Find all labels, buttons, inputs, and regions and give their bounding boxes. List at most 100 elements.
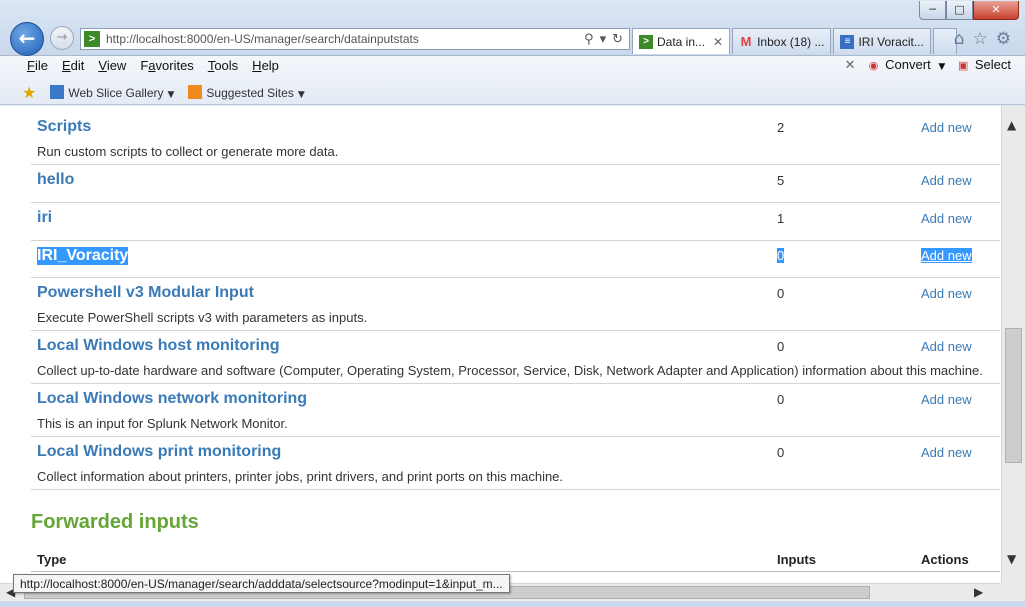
input-title-link[interactable]: Powershell v3 Modular Input <box>37 284 254 302</box>
tab-label: IRI Voracit... <box>858 34 924 49</box>
table-row-selected: IRI_Voracity 0 Add new <box>31 241 1000 278</box>
add-favorites-icon[interactable]: ★ <box>22 83 36 102</box>
input-description: Run custom scripts to collect or generat… <box>37 144 339 159</box>
browser-title-bar: ─ □ ✕ ← → > http://localhost:8000/en-US/… <box>0 0 1025 56</box>
input-description: Execute PowerShell scripts v3 with param… <box>37 310 368 325</box>
select-button[interactable]: ▣ Select <box>955 57 1011 74</box>
add-new-link[interactable]: Add new <box>921 392 972 407</box>
close-window-button[interactable]: ✕ <box>973 1 1019 20</box>
add-new-link[interactable]: Add new <box>921 120 972 135</box>
input-count: 5 <box>777 173 785 188</box>
chevron-down-icon: ▼ <box>297 90 305 100</box>
tab-label: Data in... <box>657 34 706 49</box>
close-tab-icon[interactable]: ✕ <box>713 35 723 49</box>
menu-edit[interactable]: Edit <box>55 57 91 74</box>
scroll-down-icon[interactable]: ▼ <box>1007 552 1016 566</box>
address-bar[interactable]: > http://localhost:8000/en-US/manager/se… <box>80 28 630 50</box>
close-toolbar-icon[interactable]: ✕ <box>845 58 856 73</box>
column-header-inputs: Inputs <box>777 552 816 567</box>
menu-tools[interactable]: Tools <box>201 57 245 74</box>
chevron-down-icon: ▼ <box>167 90 175 100</box>
menu-file[interactable]: File <box>20 57 55 74</box>
refresh-icon[interactable]: ↻ <box>612 32 623 47</box>
ie-icon <box>50 85 65 99</box>
table-row: iri 1 Add new <box>31 203 1000 241</box>
input-count: 0 <box>777 445 785 460</box>
home-icon[interactable]: ⌂ <box>954 29 965 49</box>
column-header-type: Type <box>37 552 67 567</box>
page-content: Scripts 2 Add new Run custom scripts to … <box>0 106 1001 583</box>
scroll-right-icon[interactable]: ▶ <box>974 585 983 599</box>
convert-button[interactable]: ◉ Convert ▼ <box>866 57 946 74</box>
column-header-actions: Actions <box>921 552 969 567</box>
input-count: 2 <box>777 120 785 135</box>
address-url[interactable]: http://localhost:8000/en-US/manager/sear… <box>106 32 584 46</box>
tab-label: Inbox (18) ... <box>757 34 825 49</box>
add-new-link[interactable]: Add new <box>921 445 972 460</box>
search-icon[interactable]: ⚲ <box>584 32 594 47</box>
favorites-star-icon[interactable]: ☆ <box>973 29 988 49</box>
input-title-link[interactable]: Scripts <box>37 118 91 136</box>
minimize-button[interactable]: ─ <box>919 1 946 20</box>
input-title-link[interactable]: hello <box>37 171 74 189</box>
chevron-down-icon[interactable]: ▼ <box>938 62 945 72</box>
gear-icon[interactable]: ⚙ <box>996 29 1011 49</box>
scroll-up-icon[interactable]: ▲ <box>1007 118 1016 132</box>
input-count: 0 <box>777 392 785 407</box>
input-count: 0 <box>777 248 785 263</box>
table-row: Local Windows network monitoring 0 Add n… <box>31 384 1000 437</box>
favorites-bar: ★ Web Slice Gallery ▼ Suggested Sites ▼ <box>22 83 305 102</box>
input-count: 0 <box>777 286 785 301</box>
suggested-sites-link[interactable]: Suggested Sites ▼ <box>188 85 305 100</box>
tab-strip: > Data in... ✕ M Inbox (18) ... ≡ IRI Vo… <box>632 28 959 54</box>
add-new-link[interactable]: Add new <box>921 286 972 301</box>
forwarded-inputs-heading: Forwarded inputs <box>31 511 199 533</box>
scrollbar-corner <box>1001 583 1025 601</box>
tab-data-inputs[interactable]: > Data in... ✕ <box>632 28 731 54</box>
input-title-link[interactable]: Local Windows print monitoring <box>37 443 281 461</box>
forwarded-table-header: Type Inputs Actions <box>31 550 1000 572</box>
input-title-link[interactable]: iri <box>37 209 52 227</box>
gmail-icon: M <box>740 33 752 49</box>
vertical-scrollbar[interactable]: ▲ ▼ <box>1001 106 1025 583</box>
menu-view[interactable]: View <box>91 57 133 74</box>
input-title-link[interactable]: IRI_Voracity <box>37 247 129 265</box>
window-controls: ─ □ ✕ <box>919 1 1019 20</box>
tab-iri-voracity[interactable]: ≡ IRI Voracit... <box>833 28 931 54</box>
window-bottom-border <box>0 601 1025 607</box>
web-slice-gallery-link[interactable]: Web Slice Gallery ▼ <box>50 85 174 100</box>
document-icon: ≡ <box>840 34 855 49</box>
input-count: 1 <box>777 211 785 226</box>
select-icon: ▣ <box>958 60 969 72</box>
status-url-tooltip: http://localhost:8000/en-US/manager/sear… <box>13 574 510 593</box>
maximize-button[interactable]: □ <box>946 1 973 20</box>
menu-favorites[interactable]: Favorites <box>133 57 200 74</box>
splunk-tab-icon: > <box>639 34 653 49</box>
input-title-link[interactable]: Local Windows host monitoring <box>37 337 280 355</box>
dropdown-arrow-icon[interactable]: ▾ <box>600 32 607 47</box>
menu-help[interactable]: Help <box>245 57 286 74</box>
back-button[interactable]: ← <box>10 22 44 56</box>
splunk-favicon-icon: > <box>84 31 100 47</box>
input-title-link[interactable]: Local Windows network monitoring <box>37 390 307 408</box>
table-row: Local Windows host monitoring 0 Add new … <box>31 331 1000 384</box>
input-count: 0 <box>777 339 785 354</box>
suggested-sites-icon <box>188 85 203 99</box>
table-row: Local Windows print monitoring 0 Add new… <box>31 437 1000 490</box>
input-description: Collect up-to-date hardware and software… <box>37 363 983 378</box>
menu-bar: File Edit View Favorites Tools Help ✕ ◉ … <box>0 56 1025 105</box>
add-new-link[interactable]: Add new <box>921 173 972 188</box>
forward-button[interactable]: → <box>50 26 74 50</box>
tab-inbox[interactable]: M Inbox (18) ... <box>732 28 832 54</box>
data-inputs-table: Scripts 2 Add new Run custom scripts to … <box>31 112 1000 490</box>
table-row: Scripts 2 Add new Run custom scripts to … <box>31 112 1000 165</box>
add-new-link[interactable]: Add new <box>921 211 972 226</box>
table-row: Powershell v3 Modular Input 0 Add new Ex… <box>31 278 1000 331</box>
input-description: This is an input for Splunk Network Moni… <box>37 416 288 431</box>
pdf-convert-icon: ◉ <box>868 60 879 72</box>
table-row: hello 5 Add new <box>31 165 1000 203</box>
input-description: Collect information about printers, prin… <box>37 469 564 484</box>
vertical-scroll-thumb[interactable] <box>1005 328 1022 463</box>
add-new-link[interactable]: Add new <box>921 339 972 354</box>
add-new-link[interactable]: Add new <box>921 248 972 263</box>
